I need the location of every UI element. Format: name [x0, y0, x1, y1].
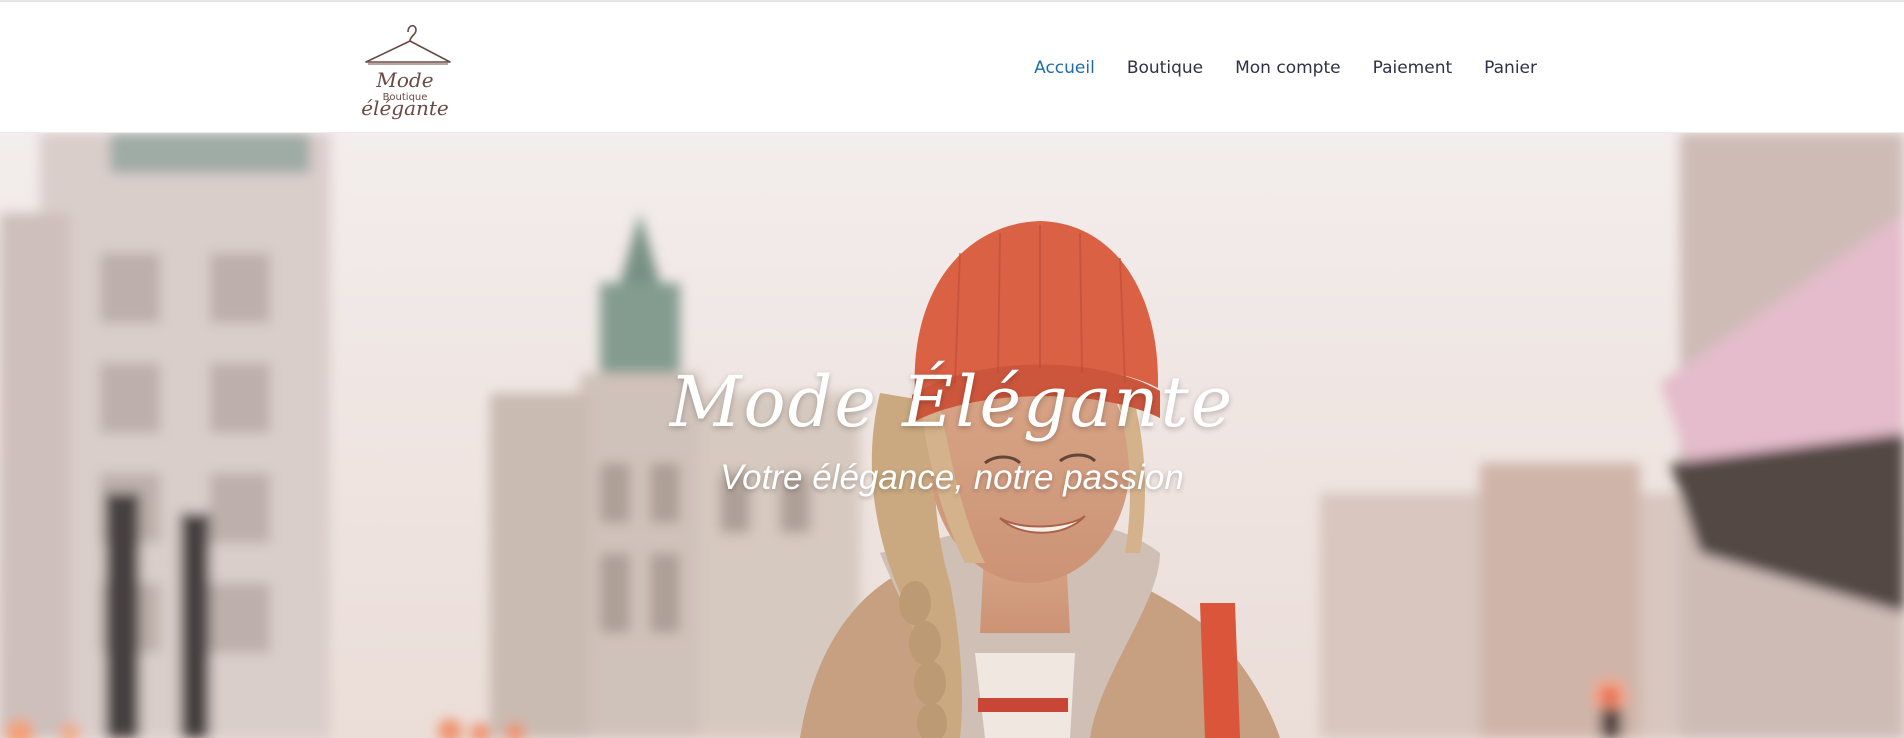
nav-item-panier[interactable]: Panier	[1484, 58, 1537, 78]
main-nav: Accueil Boutique Mon compte Paiement Pan…	[1034, 2, 1537, 133]
site-header: Mode Boutique élégante Accueil Boutique …	[0, 2, 1904, 133]
nav-item-boutique[interactable]: Boutique	[1127, 58, 1203, 78]
hero-subtitle: Votre élégance, notre passion	[720, 458, 1184, 497]
nav-item-mon-compte[interactable]: Mon compte	[1235, 58, 1340, 78]
site-logo[interactable]: Mode Boutique élégante	[350, 16, 460, 120]
clothes-hanger-icon: Mode Boutique élégante	[361, 24, 451, 120]
hero-banner: Mode Élégante Votre élégance, notre pass…	[0, 133, 1904, 738]
nav-item-accueil[interactable]: Accueil	[1034, 58, 1095, 78]
svg-text:élégante: élégante	[361, 96, 449, 120]
nav-item-paiement[interactable]: Paiement	[1373, 58, 1453, 78]
svg-text:Mode: Mode	[375, 68, 433, 92]
hero-title: Mode Élégante	[669, 361, 1235, 443]
